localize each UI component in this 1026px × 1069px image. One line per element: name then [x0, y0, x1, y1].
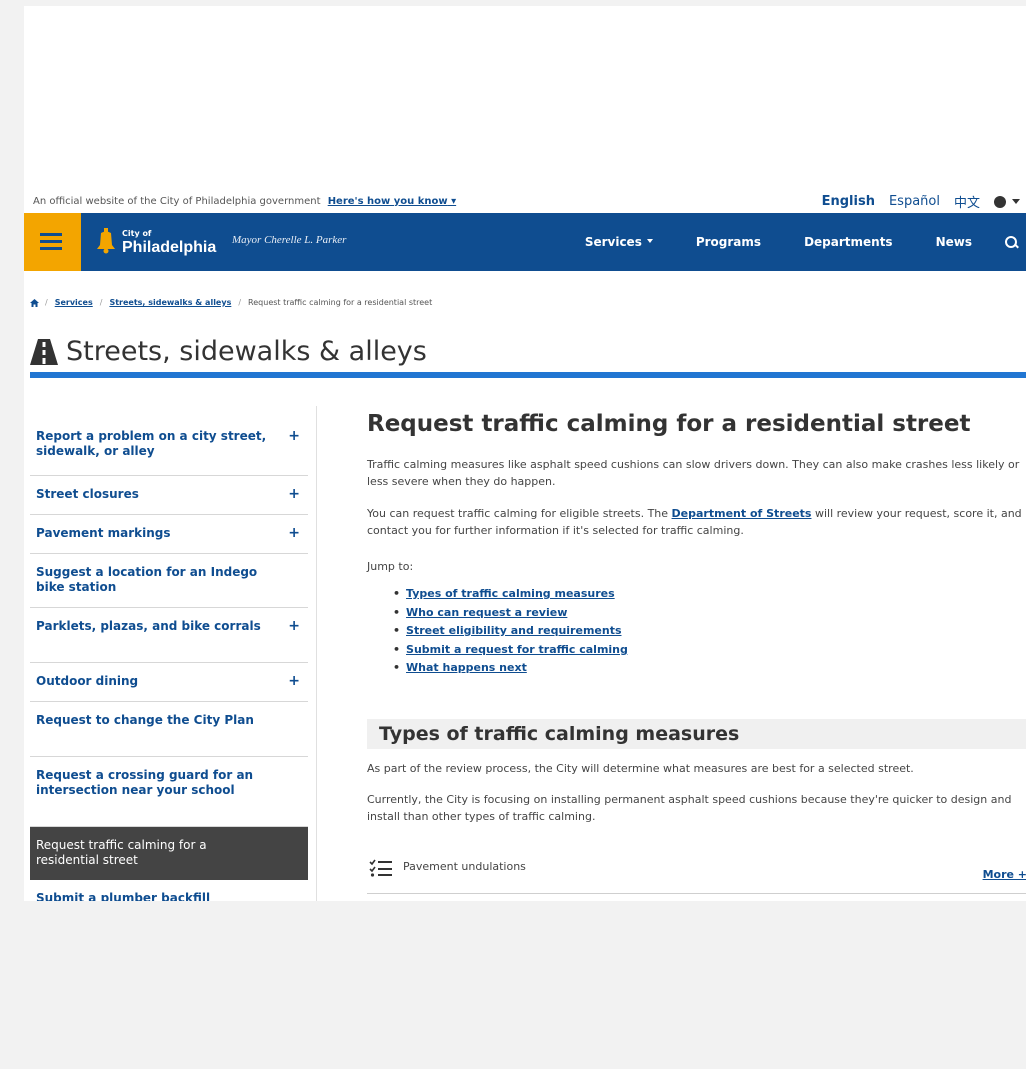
- sidebar-item-street-closures[interactable]: Street closures +: [30, 476, 308, 515]
- sidebar-nav: Report a problem on a city street, sidew…: [30, 415, 308, 901]
- site-header: City of Philadelphia Mayor Cherelle L. P…: [24, 213, 1026, 271]
- breadcrumb-separator: /: [99, 298, 103, 307]
- page: An official website of the City of Phila…: [24, 6, 1026, 901]
- jump-link-eligibility[interactable]: Street eligibility and requirements: [406, 624, 621, 637]
- request-paragraph: You can request traffic calming for elig…: [367, 505, 1026, 539]
- sidebar-divider: [316, 406, 317, 901]
- main-nav: Services Programs Departments News: [542, 213, 1026, 271]
- list-item: Submit a request for traffic calming: [393, 641, 628, 660]
- expand-plus-icon[interactable]: +: [288, 526, 300, 541]
- language-switcher: English Español 中文: [822, 192, 1020, 211]
- breadcrumb-current: Request traffic calming for a residentia…: [248, 298, 433, 307]
- more-button[interactable]: More +: [983, 868, 1026, 881]
- section-heading-bar: Types of traffic calming measures: [367, 719, 1026, 749]
- how-you-know-link[interactable]: Here's how you know ▾: [328, 196, 456, 207]
- nav-programs[interactable]: Programs: [696, 235, 761, 249]
- list-item: What happens next: [393, 659, 628, 678]
- jump-link-types[interactable]: Types of traffic calming measures: [406, 587, 615, 600]
- sidebar-item-label: Request to change the City Plan: [36, 713, 254, 727]
- focus-paragraph: Currently, the City is focusing on insta…: [367, 793, 1012, 823]
- section-title-text: Streets, sidewalks & alleys: [66, 336, 427, 367]
- breadcrumb-streets[interactable]: Streets, sidewalks & alleys: [109, 298, 231, 307]
- nav-departments[interactable]: Departments: [804, 235, 893, 249]
- list-item: Street eligibility and requirements: [393, 622, 628, 641]
- page-title: Request traffic calming for a residentia…: [367, 411, 971, 437]
- jump-links: Types of traffic calming measures Who ca…: [393, 585, 628, 678]
- menu-hamburger-icon[interactable]: [24, 213, 81, 271]
- sidebar-item-pavement-markings[interactable]: Pavement markings +: [30, 515, 308, 554]
- nav-news[interactable]: News: [936, 235, 972, 249]
- list-item: Who can request a review: [393, 604, 628, 623]
- accordion-label: Pavement undulations: [403, 860, 526, 873]
- checklist-icon: [369, 859, 392, 877]
- department-of-streets-link[interactable]: Department of Streets: [672, 507, 812, 520]
- sidebar-item-label: Suggest a location for an Indego bike st…: [36, 565, 258, 594]
- jump-link-next[interactable]: What happens next: [406, 661, 527, 674]
- breadcrumb-separator: /: [238, 298, 242, 307]
- jump-link-who[interactable]: Who can request a review: [406, 606, 567, 619]
- sidebar-item-label: Submit a plumber backfill: [36, 891, 211, 901]
- mayor-name: Mayor Cherelle L. Parker: [232, 234, 347, 246]
- expand-plus-icon[interactable]: +: [288, 619, 300, 634]
- sidebar-item-city-plan[interactable]: Request to change the City Plan: [30, 702, 308, 757]
- sidebar-item-indego[interactable]: Suggest a location for an Indego bike st…: [30, 554, 308, 608]
- globe-icon[interactable]: [994, 195, 1020, 208]
- section-title: Streets, sidewalks & alleys: [30, 336, 427, 367]
- jump-label: Jump to:: [367, 560, 414, 573]
- expand-plus-icon[interactable]: +: [288, 487, 300, 502]
- expand-plus-icon[interactable]: +: [288, 674, 300, 689]
- expand-plus-icon[interactable]: +: [288, 429, 300, 444]
- breadcrumb: / Services / Streets, sidewalks & alleys…: [30, 298, 432, 307]
- sidebar-item-report-problem[interactable]: Report a problem on a city street, sidew…: [30, 415, 308, 476]
- road-icon: [30, 338, 58, 365]
- sidebar-item-label: Street closures: [36, 487, 139, 501]
- home-icon[interactable]: [30, 298, 39, 307]
- lang-chinese[interactable]: 中文: [954, 192, 980, 211]
- accordion-pavement-undulations[interactable]: Pavement undulations More +: [367, 849, 1026, 894]
- sidebar-item-plumber-backfill[interactable]: Submit a plumber backfill: [30, 880, 308, 901]
- lang-spanish[interactable]: Español: [889, 194, 940, 209]
- sidebar-item-outdoor-dining[interactable]: Outdoor dining +: [30, 663, 308, 702]
- sidebar-item-label: Report a problem on a city street, sidew…: [36, 429, 267, 458]
- official-banner: An official website of the City of Phila…: [24, 188, 1026, 214]
- breadcrumb-separator: /: [45, 298, 48, 307]
- intro-paragraph: Traffic calming measures like asphalt sp…: [367, 458, 1020, 488]
- search-icon[interactable]: [1002, 233, 1020, 251]
- chevron-down-icon: [646, 238, 653, 243]
- types-heading: Types of traffic calming measures: [379, 723, 740, 745]
- logo-philadelphia[interactable]: Philadelphia: [122, 239, 216, 257]
- sidebar-item-label: Request a crossing guard for an intersec…: [36, 768, 254, 797]
- main-content: Request traffic calming for a residentia…: [367, 411, 1026, 894]
- official-text: An official website of the City of Phila…: [33, 196, 456, 207]
- sidebar-item-crossing-guard[interactable]: Request a crossing guard for an intersec…: [30, 757, 308, 827]
- nav-services[interactable]: Services: [585, 235, 653, 249]
- list-item: Types of traffic calming measures: [393, 585, 628, 604]
- sidebar-item-label: Pavement markings: [36, 526, 171, 540]
- review-paragraph: As part of the review process, the City …: [367, 762, 914, 775]
- sidebar-item-parklets[interactable]: Parklets, plazas, and bike corrals +: [30, 608, 308, 663]
- liberty-bell-icon: [97, 228, 115, 254]
- jump-link-submit[interactable]: Submit a request for traffic calming: [406, 643, 628, 656]
- sidebar-item-label: Outdoor dining: [36, 674, 139, 688]
- logo-city-of: City of: [122, 229, 152, 238]
- nav-services-label: Services: [584, 235, 642, 249]
- breadcrumb-services[interactable]: Services: [55, 298, 93, 307]
- how-you-know-label: Here's how you know: [327, 196, 448, 207]
- section-rule: [30, 372, 1026, 378]
- sidebar-item-traffic-calming[interactable]: Request traffic calming for a residentia…: [30, 827, 308, 880]
- request-text-start: You can request traffic calming for elig…: [367, 507, 672, 520]
- lang-english[interactable]: English: [822, 194, 875, 209]
- sidebar-item-label: Request traffic calming for a residentia…: [36, 838, 207, 867]
- official-notice: An official website of the City of Phila…: [33, 196, 321, 207]
- sidebar-item-label: Parklets, plazas, and bike corrals: [36, 619, 261, 633]
